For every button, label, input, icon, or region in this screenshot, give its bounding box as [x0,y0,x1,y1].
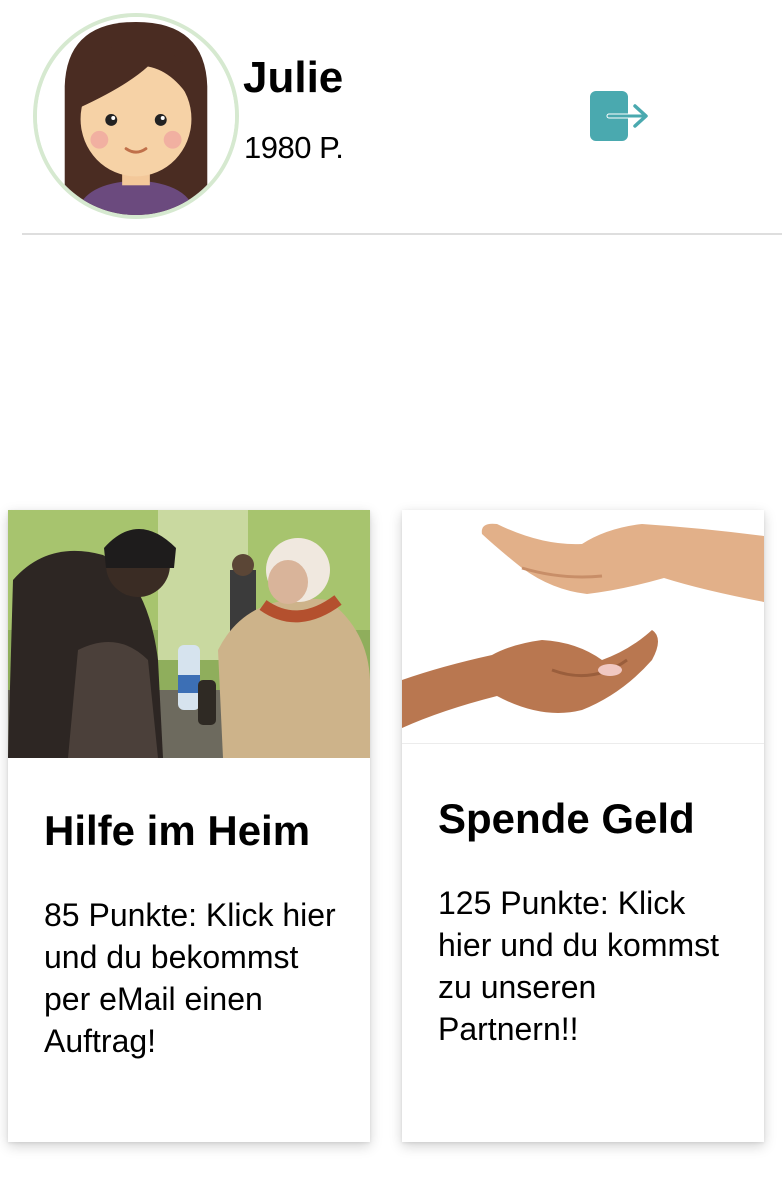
card-title: Spende Geld [438,795,695,842]
card-description: 125 Punkte: Klick hier und du kommst zu … [438,885,720,1047]
girl-avatar-icon [37,17,235,215]
logout-button[interactable] [589,90,651,142]
avatar[interactable] [33,13,239,219]
header-divider [22,233,782,235]
profile-header: Julie 1980 P. [0,0,782,236]
card-description: 85 Punkte: Klick hier und du bekommst pe… [44,897,336,1059]
giving-hands-photo [402,510,764,744]
volunteers-helping-homeless-photo [8,510,370,758]
task-card-spende-geld[interactable]: Spende Geld 125 Punkte: Klick hier und d… [402,510,764,1142]
card-title: Hilfe im Heim [44,807,311,854]
logout-icon [590,91,648,141]
user-points: 1980 P. [244,130,344,165]
task-card-hilfe-im-heim[interactable]: Hilfe im Heim 85 Punkte: Klick hier und … [8,510,370,1142]
user-name: Julie [243,53,344,102]
